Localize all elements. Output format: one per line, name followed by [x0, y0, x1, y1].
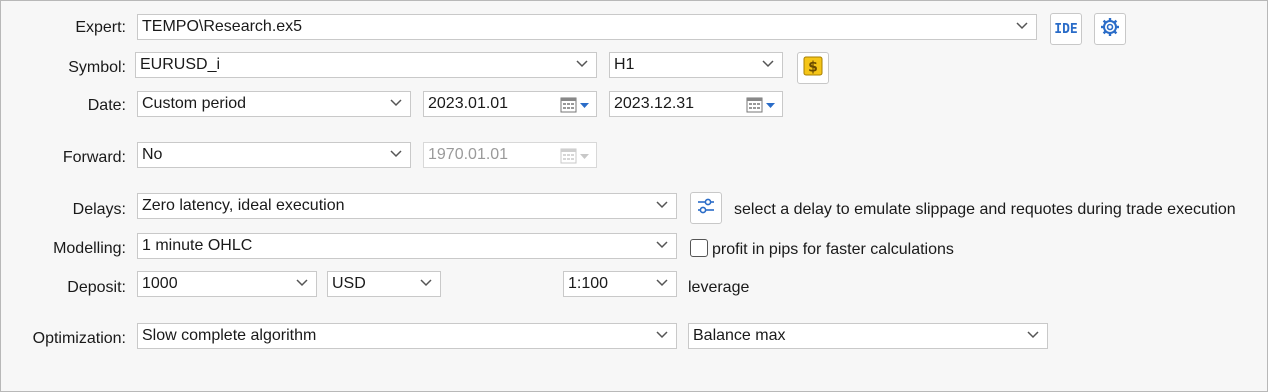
date-from-picker[interactable]: 2023.01.01 [423, 91, 597, 117]
symbol-select[interactable]: EURUSD_i [135, 52, 597, 78]
expert-label: Expert: [75, 19, 126, 36]
modelling-select[interactable]: 1 minute OHLC [137, 233, 677, 259]
chevron-down-icon [762, 53, 776, 77]
date-to-picker[interactable]: 2023.12.31 [609, 91, 783, 117]
symbol-label: Symbol: [68, 59, 126, 76]
delays-label: Delays: [72, 201, 126, 218]
forward-date-picker: 1970.01.01 [423, 142, 597, 168]
optimization-criterion-value: Balance max [693, 327, 786, 344]
chevron-down-icon [390, 92, 404, 116]
forward-select[interactable]: No [137, 142, 411, 168]
calendar-icon [560, 147, 592, 165]
chevron-down-icon [656, 234, 670, 258]
svg-text:$: $ [808, 59, 818, 75]
chevron-down-icon [656, 194, 670, 218]
expert-value: TEMPO\Research.ex5 [142, 18, 303, 35]
chevron-down-icon [390, 143, 404, 167]
chevron-down-icon [420, 272, 434, 296]
date-to-value: 2023.12.31 [614, 95, 695, 112]
deposit-label: Deposit: [67, 279, 126, 296]
forward-label: Forward: [62, 149, 126, 166]
date-period-select[interactable]: Custom period [137, 91, 411, 117]
deposit-currency-value: USD [332, 275, 366, 292]
deposit-currency-select[interactable]: USD [327, 271, 441, 297]
calendar-icon[interactable] [560, 96, 592, 114]
delays-hint: select a delay to emulate slippage and r… [734, 201, 1236, 218]
sliders-icon [696, 196, 716, 221]
timeframe-value: H1 [614, 56, 635, 73]
ide-button[interactable]: IDE [1050, 13, 1082, 45]
chevron-down-icon [296, 272, 310, 296]
date-label: Date: [87, 97, 126, 114]
symbol-spec-button[interactable]: $ [797, 52, 829, 84]
chevron-down-icon [1016, 15, 1030, 39]
profit-in-pips-checkbox[interactable] [690, 239, 708, 257]
leverage-label: leverage [688, 279, 750, 296]
symbol-value: EURUSD_i [140, 56, 221, 73]
profit-in-pips-label: profit in pips for faster calculations [712, 241, 954, 258]
modelling-value: 1 minute OHLC [142, 237, 253, 254]
optimization-label: Optimization: [32, 330, 126, 347]
gear-icon [1100, 17, 1120, 42]
calendar-icon[interactable] [746, 96, 778, 114]
deposit-amount-value: 1000 [142, 275, 178, 292]
date-period-value: Custom period [142, 95, 247, 112]
timeframe-select[interactable]: H1 [609, 52, 783, 78]
expert-select[interactable]: TEMPO\Research.ex5 [137, 14, 1037, 40]
ide-label: IDE [1054, 21, 1078, 37]
optimization-algorithm-select[interactable]: Slow complete algorithm [137, 323, 677, 349]
delays-settings-button[interactable] [690, 192, 722, 224]
tester-settings-panel: Expert: TEMPO\Research.ex5 IDE Symbol: E… [0, 0, 1268, 392]
chevron-down-icon [656, 272, 670, 296]
delays-select[interactable]: Zero latency, ideal execution [137, 193, 677, 219]
chevron-down-icon [656, 324, 670, 348]
deposit-amount-select[interactable]: 1000 [137, 271, 317, 297]
dollar-icon: $ [803, 56, 823, 81]
expert-settings-button[interactable] [1094, 13, 1126, 45]
chevron-down-icon [1027, 324, 1041, 348]
chevron-down-icon [576, 53, 590, 77]
leverage-value: 1:100 [568, 275, 609, 292]
forward-date-value: 1970.01.01 [428, 146, 509, 163]
date-from-value: 2023.01.01 [428, 95, 509, 112]
optimization-criterion-select[interactable]: Balance max [688, 323, 1048, 349]
modelling-label: Modelling: [53, 240, 126, 257]
optimization-algorithm-value: Slow complete algorithm [142, 327, 317, 344]
leverage-select[interactable]: 1:100 [563, 271, 677, 297]
forward-value: No [142, 146, 163, 163]
delays-value: Zero latency, ideal execution [142, 197, 345, 214]
